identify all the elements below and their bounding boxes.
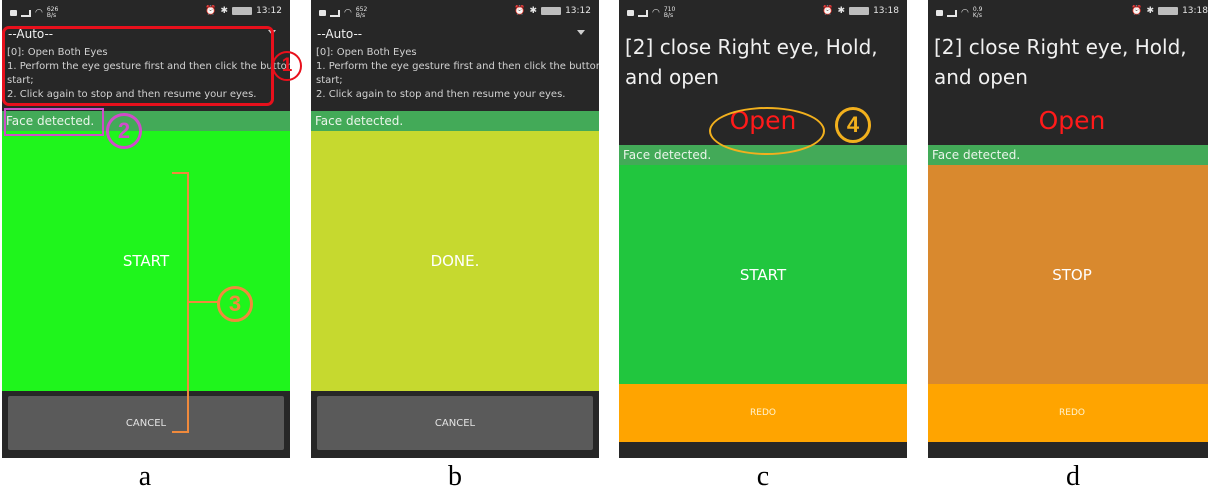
battery-icon: [232, 7, 253, 15]
gesture-line: and open: [625, 65, 719, 89]
caption-c: c: [756, 461, 770, 492]
gesture-line: [2] close Right eye, Hold,: [934, 35, 1187, 59]
caption-d: d: [1066, 461, 1080, 492]
annotation-marker-3: 3: [217, 286, 253, 322]
alarm-icon: ⏰: [514, 6, 526, 16]
caption-b: b: [448, 461, 462, 492]
instruction-line: 2. Click again to stop and then resume y…: [316, 89, 566, 100]
net-speed-unit: K/s: [972, 12, 982, 19]
clock: 13:12: [565, 6, 591, 16]
bluetooth-icon: ✱: [1146, 6, 1155, 16]
done-button[interactable]: DONE.: [311, 131, 599, 391]
caption-a: a: [138, 461, 152, 492]
instruction-line: start;: [316, 75, 343, 86]
eye-state-label: Open: [1038, 106, 1106, 135]
annotation-marker-1: 1: [272, 51, 302, 81]
gesture-line: and open: [934, 65, 1028, 89]
bluetooth-icon: ✱: [220, 6, 229, 16]
wifi-icon: ◠: [35, 8, 43, 18]
status-bar: ◠ 652 B/s ⏰ ✱ 13:12: [311, 0, 599, 24]
net-speed-unit: B/s: [355, 12, 366, 19]
clock: 13:18: [1182, 6, 1208, 16]
cancel-button[interactable]: CANCEL: [8, 396, 284, 450]
annotation-marker-2: 2: [106, 113, 142, 149]
gesture-instruction: [2] close Right eye, Hold, and open: [934, 32, 1204, 92]
alarm-icon: ⏰: [1131, 6, 1143, 16]
dropdown-arrow-icon[interactable]: [577, 30, 585, 35]
gesture-line: [2] close Right eye, Hold,: [625, 35, 878, 59]
start-button[interactable]: START: [2, 131, 290, 391]
annotation-ellipse-4: [709, 107, 825, 155]
clock: 13:18: [873, 6, 899, 16]
notification-icon: [319, 10, 326, 16]
alarm-icon: ⏰: [822, 6, 834, 16]
signal-icon: [330, 9, 340, 17]
mode-select[interactable]: --Auto--: [317, 27, 362, 41]
stop-button[interactable]: STOP: [928, 165, 1208, 384]
wifi-icon: ◠: [344, 8, 352, 18]
status-bar: ◠ 626 B/s ⏰ ✱ 13:12: [2, 0, 290, 24]
notification-icon: [936, 10, 943, 16]
notification-icon: [627, 10, 634, 16]
battery-icon: [1158, 7, 1179, 15]
face-status-bar: Face detected.: [311, 111, 599, 131]
phone-screen-d: ◠ 0.9 K/s ⏰ ✱ 13:18 [2] close Right eye, …: [928, 0, 1208, 458]
cancel-button[interactable]: CANCEL: [317, 396, 593, 450]
annotation-box-2: [4, 108, 104, 136]
instruction-line: [0]: Open Both Eyes: [316, 47, 417, 58]
net-speed-unit: B/s: [46, 12, 57, 19]
instruction-line: 1. Perform the eye gesture first and the…: [316, 61, 599, 72]
clock: 13:12: [256, 6, 282, 16]
net-speed-unit: B/s: [663, 12, 674, 19]
phone-screen-c: ◠ 710 B/s ⏰ ✱ 13:18 [2] close Right eye, …: [619, 0, 907, 458]
signal-icon: [638, 9, 648, 17]
redo-button[interactable]: REDO: [619, 384, 907, 442]
face-status-bar: Face detected.: [928, 145, 1208, 165]
status-bar: ◠ 0.9 K/s ⏰ ✱ 13:18: [928, 0, 1208, 24]
start-button[interactable]: START: [619, 165, 907, 384]
signal-icon: [21, 9, 31, 17]
alarm-icon: ⏰: [205, 6, 217, 16]
gesture-instruction: [2] close Right eye, Hold, and open: [625, 32, 895, 92]
annotation-box-1: [2, 26, 274, 106]
battery-icon: [541, 7, 562, 15]
annotation-marker-4: 4: [835, 107, 871, 143]
notification-icon: [10, 10, 17, 16]
battery-icon: [849, 7, 870, 15]
redo-button[interactable]: REDO: [928, 384, 1208, 442]
wifi-icon: ◠: [652, 8, 660, 18]
phone-screen-b: ◠ 652 B/s ⏰ ✱ 13:12 --Auto-- [0]: Open Bo…: [311, 0, 599, 458]
signal-icon: [947, 9, 957, 17]
instructions-text: [0]: Open Both Eyes 1. Perform the eye g…: [316, 46, 599, 102]
wifi-icon: ◠: [961, 8, 969, 18]
bluetooth-icon: ✱: [529, 6, 538, 16]
bluetooth-icon: ✱: [837, 6, 846, 16]
status-bar: ◠ 710 B/s ⏰ ✱ 13:18: [619, 0, 907, 24]
